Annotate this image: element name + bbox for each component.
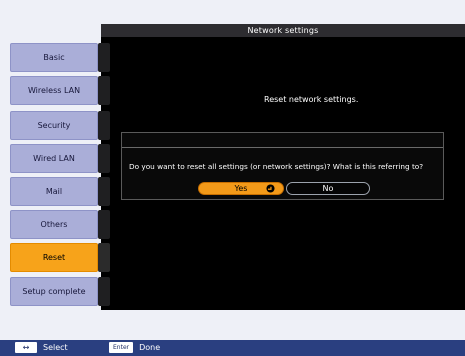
enter-key-icon: Enter: [109, 342, 134, 353]
sidebar-connector: [98, 144, 110, 173]
footer-select-hint: ↔ Select: [15, 342, 68, 353]
footer-select-label: Select: [43, 343, 68, 352]
footer-done-hint: Enter Done: [109, 342, 160, 353]
sidebar-item-wireless-lan[interactable]: Wireless LAN: [10, 76, 98, 105]
enter-icon: [266, 184, 275, 193]
sidebar-item-label: Basic: [43, 53, 65, 62]
sidebar-item-label: Security: [37, 121, 71, 130]
sidebar-item-reset[interactable]: Reset: [10, 243, 98, 272]
window-title: Network settings: [101, 24, 465, 37]
sidebar-item-label: Mail: [45, 187, 63, 196]
sidebar-connector: [98, 243, 110, 272]
sidebar-item-mail[interactable]: Mail: [10, 177, 98, 206]
dialog-divider: [122, 147, 443, 148]
reset-confirm-dialog: Do you want to reset all settings (or ne…: [121, 132, 444, 200]
sidebar-item-others[interactable]: Others: [10, 210, 98, 239]
sidebar-item-wired-lan[interactable]: Wired LAN: [10, 144, 98, 173]
sidebar-connector: [98, 210, 110, 239]
sidebar-item-label: Others: [40, 220, 68, 229]
no-button-label: No: [322, 184, 334, 193]
sidebar-item-label: Wireless LAN: [27, 86, 81, 95]
sidebar-connector: [98, 111, 110, 140]
reset-message: Reset network settings.: [264, 95, 359, 104]
sidebar-item-label: Reset: [42, 253, 66, 262]
sidebar-item-label: Setup complete: [22, 287, 86, 296]
network-settings-screen: Network settings Reset network settings.…: [0, 0, 465, 356]
footer-done-label: Done: [139, 343, 161, 352]
dialog-question: Do you want to reset all settings (or ne…: [129, 162, 424, 171]
sidebar-item-basic[interactable]: Basic: [10, 43, 98, 72]
sidebar-connector: [98, 177, 110, 206]
left-right-arrows-icon: ↔: [15, 342, 37, 353]
no-button[interactable]: No: [286, 182, 370, 195]
sidebar-item-label: Wired LAN: [33, 154, 75, 163]
footer-bar: ↔ Select Enter Done: [0, 340, 465, 356]
yes-button[interactable]: Yes: [198, 182, 284, 195]
sidebar-connector: [98, 43, 110, 72]
sidebar-connector: [98, 76, 110, 105]
sidebar-item-security[interactable]: Security: [10, 111, 98, 140]
yes-button-label: Yes: [234, 184, 248, 193]
sidebar-item-setup-complete[interactable]: Setup complete: [10, 277, 98, 306]
sidebar-connector: [98, 277, 110, 306]
